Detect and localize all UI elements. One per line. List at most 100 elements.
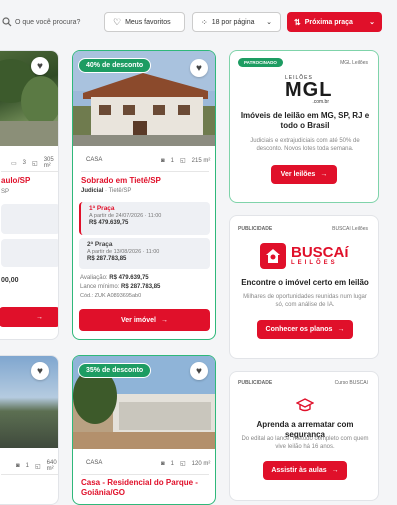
ad-description: Do edital ao lance: método completo com …: [241, 436, 369, 450]
bed-icon: ▭: [11, 160, 17, 167]
arrow-right-icon: →: [320, 171, 328, 178]
rooms-count: 3: [22, 160, 27, 166]
watch-classes-label: Assistir às aulas: [271, 467, 327, 474]
praca-box-1: [1, 204, 58, 234]
logo-main-text: MGL: [285, 79, 333, 101]
auction-kind: Judicial: [81, 188, 104, 194]
lance-row: Lance mínimo: R$ 287.783,85: [80, 284, 160, 290]
ad-title: Imóveis de leilão em MG, SP, RJ e todo o…: [240, 111, 370, 130]
property-meta: ▭ 3 ◱ 305 m²: [11, 157, 58, 169]
next-praca-label: Próxima praça: [304, 18, 353, 26]
property-meta: ◙ 1 ◱ 640 m²: [16, 460, 58, 472]
view-auctions-button[interactable]: Ver leilões →: [271, 165, 337, 184]
search-icon: [2, 17, 12, 27]
discount-badge: 35% de desconto: [78, 363, 152, 378]
praca-1-value: R$ 479.639,75: [89, 220, 129, 226]
discount-badge: 40% de desconto: [78, 58, 152, 73]
area-icon: ◱: [34, 463, 41, 470]
area-icon: ◱: [179, 461, 186, 467]
sponsored-badge: PATROCINADO: [238, 58, 283, 67]
property-title: Sobrado em Tietê/SP: [81, 176, 161, 185]
property-photo: [0, 51, 58, 146]
ad-description: Milhares de oportunidades reunidas num l…: [243, 294, 367, 308]
view-property-button[interactable]: Ver imóvel →: [79, 309, 210, 331]
camera-icon: ◙: [161, 157, 165, 164]
property-type: CASA: [86, 157, 103, 163]
praca-2-date: A partir de 13/08/2026 · 11:00: [87, 249, 160, 255]
favorites-button[interactable]: ♡ Meus favoritos: [104, 12, 185, 32]
lance-label: Lance mínimo:: [80, 284, 120, 290]
property-meta: ◙ 1 ◱ 215 m²: [161, 157, 211, 165]
property-photo: [0, 356, 58, 448]
chevron-down-icon: ⌄: [369, 19, 375, 26]
view-property-label: Ver imóvel: [120, 316, 157, 324]
property-card-goiania[interactable]: 35% de desconto ♥ CASA ◙ 1 ◱ 120 m² Casa -…: [72, 355, 216, 505]
area-value: 305 m²: [43, 157, 54, 169]
chevron-down-icon: ⌄: [266, 19, 272, 26]
ad-label: PUBLICIDADE: [238, 380, 273, 386]
buscai-logo-icon: [260, 243, 286, 269]
favorites-label: Meus favoritos: [125, 18, 171, 26]
logo-main-text: BUSCAí: [291, 244, 349, 261]
divider: [81, 171, 209, 172]
property-city: Tietê/SP: [108, 188, 132, 194]
graduation-cap-icon: [296, 398, 314, 412]
ad-sponsor: MGL Leilões: [340, 60, 368, 66]
praca-1-label: 1ª Praça: [89, 205, 115, 212]
ad-sponsor: BUSCAí Leilões: [332, 226, 368, 232]
favorite-heart-icon[interactable]: ♥: [190, 59, 208, 77]
ad-card-mgl[interactable]: PATROCINADO MGL Leilões LEILÕES MGL .com…: [229, 50, 379, 203]
watch-classes-button[interactable]: Assistir às aulas →: [263, 461, 347, 480]
rooms-count: 1: [170, 157, 174, 164]
avaliacao-label: Avaliação:: [80, 275, 108, 281]
praca-2-value: R$ 287.783,85: [87, 256, 127, 262]
arrow-right-icon: →: [161, 316, 169, 324]
area-value: 640 m²: [46, 460, 57, 472]
tree-photo: [0, 59, 58, 146]
ad-sponsor: Curso BUSCAí: [334, 380, 368, 386]
property-card-sobrado[interactable]: 40% de desconto ♥ CASA ◙ 1 ◱ 215 m² Sobrad…: [72, 50, 216, 340]
heart-outline-icon: ♡: [113, 16, 122, 27]
praca-box-2: 2ª Praça A partir de 13/08/2026 · 11:00 …: [79, 238, 210, 269]
favorite-heart-icon[interactable]: ♥: [31, 57, 49, 75]
camera-icon: ◙: [161, 460, 165, 467]
property-card-left-partial[interactable]: ♥ ▭ 3 ◱ 305 m² aulo/SP SP 00,00 →: [0, 50, 59, 340]
praca-1-date: A partir de 24/07/2026 · 11:00: [89, 213, 162, 219]
grid-icon: ⁘: [201, 17, 208, 27]
avaliacao-value: R$ 479.639,75: [109, 275, 149, 281]
lance-value: R$ 287.783,85: [121, 284, 161, 290]
mgl-logo: LEILÕES MGL .com.br: [285, 75, 333, 105]
arrow-right-icon: →: [331, 467, 339, 474]
per-page-select[interactable]: ⁘ 18 por página ⌄: [192, 12, 281, 32]
rooms-count: 1: [25, 463, 29, 469]
favorite-heart-icon[interactable]: ♥: [31, 362, 49, 380]
search-box[interactable]: O que você procura?: [0, 12, 98, 32]
property-code: Cód.: ZUK A0893695ab0: [80, 293, 142, 299]
property-title: aulo/SP: [1, 176, 31, 185]
praca-box-1: 1ª Praça A partir de 24/07/2026 · 11:00 …: [79, 202, 210, 235]
avaliacao-row: Avaliação: R$ 479.639,75: [80, 275, 149, 281]
divider: [81, 474, 209, 475]
divider: [1, 171, 58, 172]
arrow-right-icon: →: [337, 326, 345, 333]
praca-box-2: [1, 239, 58, 267]
area-value: 215 m²: [191, 157, 211, 164]
arrow-right-icon: →: [36, 313, 43, 321]
ad-card-course[interactable]: PUBLICIDADE Curso BUSCAí Aprenda a arrem…: [229, 371, 379, 501]
property-card-left-partial-2[interactable]: ♥ ◙ 1 ◱ 640 m²: [0, 355, 59, 505]
ad-description: Judiciais e extrajudiciais com até 50% d…: [250, 138, 360, 152]
view-plans-label: Conhecer os planos: [265, 326, 333, 333]
camera-icon: ◙: [16, 463, 20, 469]
view-property-button[interactable]: →: [0, 307, 58, 327]
ad-card-buscai[interactable]: PUBLICIDADE BUSCAí Leilões BUSCAí LEILÕE…: [229, 215, 379, 359]
sort-icon: ⇅: [294, 17, 301, 27]
rooms-count: 1: [170, 460, 174, 467]
divider: [1, 474, 58, 475]
praca-2-label: 2ª Praça: [87, 241, 113, 248]
property-subtitle: Judicial · Tietê/SP: [81, 188, 132, 194]
next-praca-button[interactable]: ⇅ Próxima praça ⌄: [287, 12, 382, 32]
per-page-label: 18 por página: [211, 18, 255, 26]
view-plans-button[interactable]: Conhecer os planos →: [257, 320, 353, 339]
ad-title: Encontre o imóvel certo em leilão: [241, 278, 369, 287]
favorite-heart-icon[interactable]: ♥: [190, 362, 208, 380]
